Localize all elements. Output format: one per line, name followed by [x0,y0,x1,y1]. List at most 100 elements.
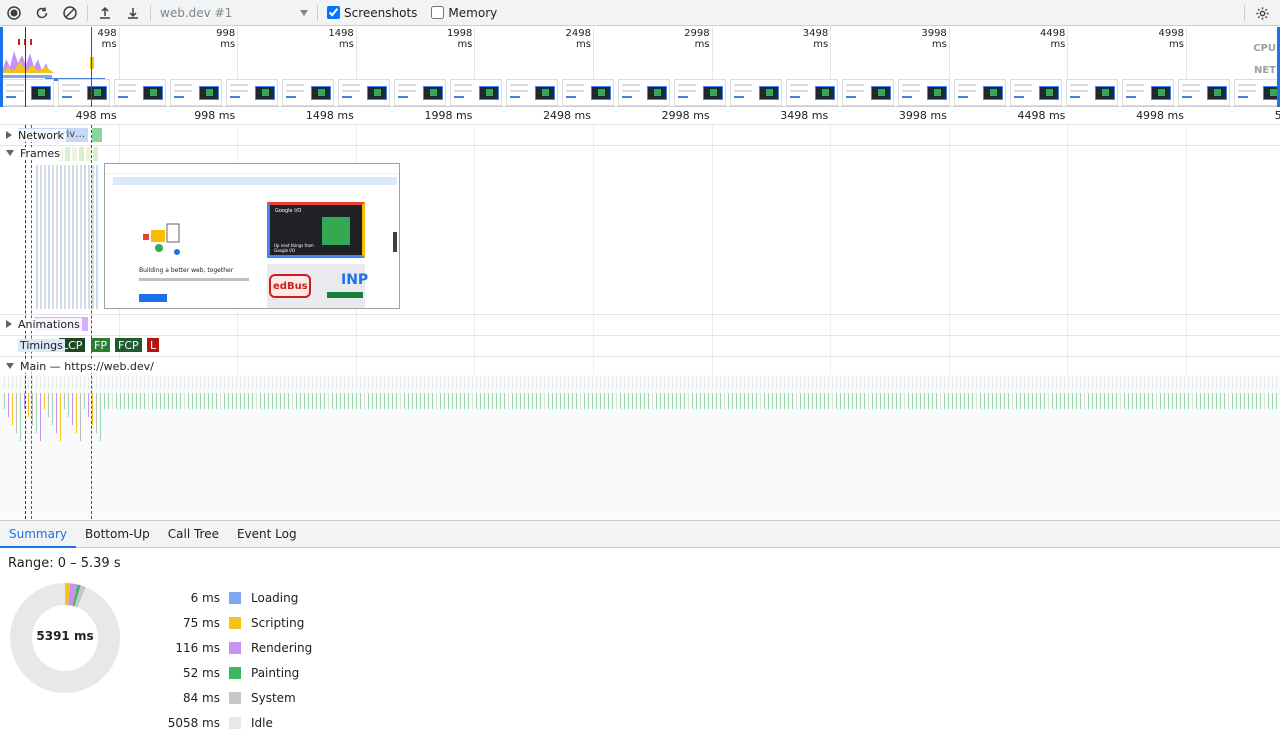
frame-bar[interactable] [44,165,46,309]
activity-slice[interactable] [608,393,609,409]
activity-slice[interactable] [1060,393,1061,409]
frame-bar[interactable] [68,165,70,309]
activity-slice[interactable] [312,393,313,409]
activity-slice[interactable] [1264,393,1265,409]
screenshot-thumbnail[interactable] [842,79,894,106]
activity-slice[interactable] [584,393,585,409]
activity-slice[interactable] [624,393,625,409]
activity-slice[interactable] [148,393,149,409]
activity-slice[interactable] [1212,393,1213,409]
activity-slice[interactable] [344,393,345,409]
frame-bar[interactable] [93,147,98,161]
screenshot-thumbnail[interactable] [282,79,334,106]
activity-slice[interactable] [588,393,589,409]
activity-slice[interactable] [352,393,353,409]
activity-slice[interactable] [972,393,973,409]
activity-slice[interactable] [692,393,693,409]
activity-slice[interactable] [20,393,21,441]
selection-start-handle[interactable] [0,27,3,107]
activity-slice[interactable] [840,393,841,409]
capture-settings-button[interactable] [1248,0,1276,26]
activity-slice[interactable] [256,393,257,409]
frame-bar[interactable] [96,165,98,309]
activity-slice[interactable] [644,393,645,409]
activity-slice[interactable] [1008,393,1009,409]
activity-slice[interactable] [316,393,317,409]
frame-bar[interactable] [48,165,50,309]
activity-slice[interactable] [416,393,417,409]
activity-slice[interactable] [60,393,61,441]
activity-slice[interactable] [952,393,953,409]
save-profile-button[interactable] [119,0,147,26]
activity-slice[interactable] [556,393,557,409]
activity-slice[interactable] [448,393,449,409]
activity-slice[interactable] [616,393,617,409]
activity-slice[interactable] [804,393,805,409]
activity-slice[interactable] [144,393,145,409]
activity-slice[interactable] [780,393,781,409]
screenshot-thumbnail[interactable] [170,79,222,106]
activity-slice[interactable] [408,393,409,409]
activity-slice[interactable] [340,393,341,409]
activity-slice[interactable] [456,393,457,409]
frame-bar[interactable] [40,165,42,309]
tab-call-tree[interactable]: Call Tree [159,521,228,548]
activity-slice[interactable] [648,393,649,409]
activity-slice[interactable] [156,393,157,409]
activity-slice[interactable] [112,393,113,409]
activity-slice[interactable] [964,393,965,409]
activity-slice[interactable] [476,393,477,409]
activity-slice[interactable] [572,393,573,409]
activity-slice[interactable] [284,393,285,409]
activity-slice[interactable] [656,393,657,409]
activity-slice[interactable] [472,393,473,409]
activity-slice[interactable] [208,393,209,409]
activity-slice[interactable] [276,393,277,409]
activity-slice[interactable] [880,393,881,409]
activity-slice[interactable] [732,393,733,409]
activity-slice[interactable] [420,393,421,409]
activity-slice[interactable] [876,393,877,409]
frame-bar[interactable] [88,165,90,309]
activity-slice[interactable] [628,393,629,409]
timing-marker-l[interactable]: L [147,338,159,352]
activity-slice[interactable] [1268,393,1269,409]
activity-slice[interactable] [300,393,301,409]
activity-slice[interactable] [760,393,761,409]
activity-slice[interactable] [548,393,549,409]
activity-slice[interactable] [324,393,325,409]
activity-slice[interactable] [824,393,825,409]
activity-slice[interactable] [1216,393,1217,409]
activity-slice[interactable] [1228,393,1229,409]
activity-slice[interactable] [12,393,13,425]
activity-slice[interactable] [932,393,933,409]
activity-slice[interactable] [184,393,185,409]
activity-slice[interactable] [744,393,745,409]
activity-slice[interactable] [636,393,637,409]
tab-bottom-up[interactable]: Bottom-Up [76,521,159,548]
timings-track-header[interactable]: Timings [0,335,65,355]
activity-slice[interactable] [360,393,361,409]
activity-slice[interactable] [56,393,57,433]
activity-slice[interactable] [412,393,413,409]
activity-slice[interactable] [464,393,465,409]
main-thread-activity[interactable] [0,375,1280,519]
activity-slice[interactable] [272,393,273,409]
activity-slice[interactable] [896,393,897,409]
activity-slice[interactable] [820,393,821,409]
activity-slice[interactable] [848,393,849,409]
activity-slice[interactable] [124,393,125,409]
activity-slice[interactable] [36,393,37,433]
activity-slice[interactable] [828,393,829,409]
activity-slice[interactable] [960,393,961,409]
activity-slice[interactable] [724,393,725,409]
tab-summary[interactable]: Summary [0,521,76,548]
frame-bar[interactable] [65,147,70,161]
activity-slice[interactable] [912,393,913,409]
activity-slice[interactable] [116,393,117,409]
activity-slice[interactable] [168,393,169,409]
activity-slice[interactable] [440,393,441,409]
screenshot-thumbnail[interactable] [674,79,726,106]
activity-slice[interactable] [1256,393,1257,409]
activity-slice[interactable] [320,393,321,409]
